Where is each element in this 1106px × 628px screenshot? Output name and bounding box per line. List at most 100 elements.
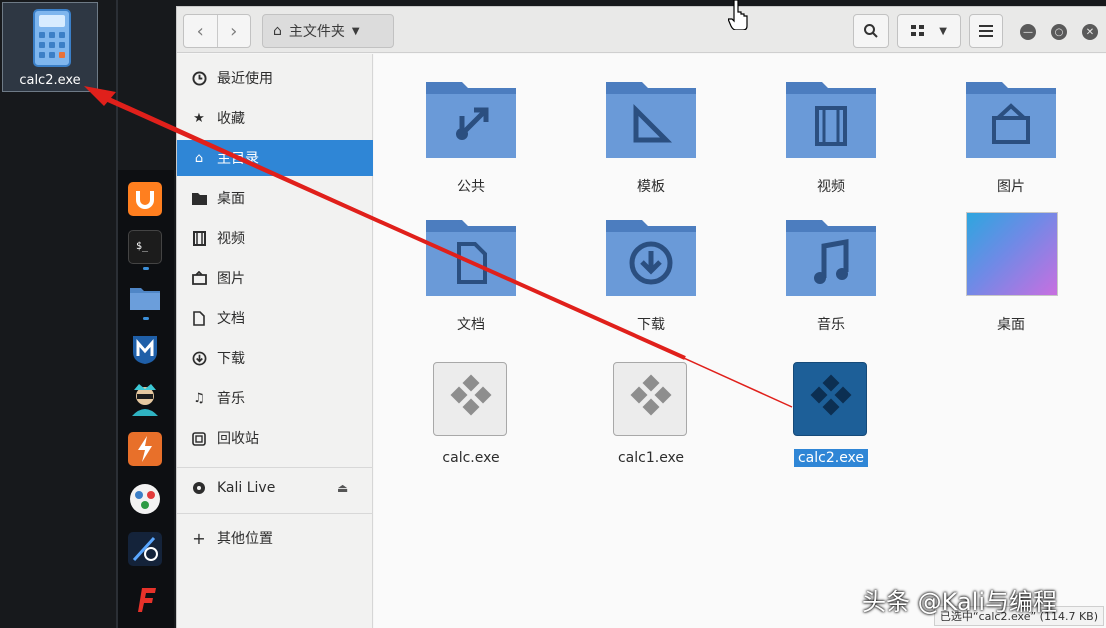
sidebar-item-label: 图片 <box>217 271 245 287</box>
dock-terminal-icon[interactable]: $_ <box>128 230 162 264</box>
sidebar-item-music[interactable]: ♫ 音乐 <box>177 380 373 416</box>
sidebar-item-label: Kali Live <box>217 480 276 496</box>
header-bar: ‹ › ⌂ 主文件夹 ▼ ▼ — ○ ✕ <box>177 7 1106 53</box>
sidebar-item-documents[interactable]: 文档 <box>177 300 373 336</box>
folder-videos[interactable]: 视频 <box>756 54 906 195</box>
music-icon: ♫ <box>193 390 205 406</box>
sidebar-item-label: 其他位置 <box>217 531 273 547</box>
file-manager-window: ‹ › ⌂ 主文件夹 ▼ ▼ — ○ ✕ 最近使用 ★ 收藏 ⌂ 主目录 桌面 … <box>176 6 1106 628</box>
path-bar-home[interactable]: ⌂ 主文件夹 ▼ <box>262 14 394 48</box>
file-calc-exe[interactable]: calc.exe <box>396 350 546 478</box>
film-icon <box>786 82 876 158</box>
camera-icon <box>191 270 207 286</box>
desktop-calc2-icon[interactable]: calc2.exe <box>2 2 98 92</box>
menu-button[interactable] <box>969 14 1003 48</box>
dock-browser-icon[interactable] <box>128 182 162 216</box>
folder-documents[interactable]: 文档 <box>396 192 546 333</box>
chevron-left-icon: ‹ <box>196 20 204 42</box>
sidebar: 最近使用 ★ 收藏 ⌂ 主目录 桌面 视频 图片 文档 下载 ♫ 音乐 回收站 … <box>177 54 373 628</box>
sidebar-divider <box>177 513 373 514</box>
minimize-button[interactable]: — <box>1020 24 1036 40</box>
sidebar-item-downloads[interactable]: 下载 <box>177 340 373 376</box>
caret-down-icon: ▼ <box>939 25 947 37</box>
path-label: 主文件夹 <box>288 24 345 40</box>
sidebar-item-label: 最近使用 <box>217 71 273 87</box>
navigation-buttons: ‹ › <box>183 14 251 48</box>
forward-button[interactable]: › <box>216 15 251 47</box>
sidebar-item-label: 下载 <box>217 351 245 367</box>
eject-icon[interactable]: ⏏ <box>337 481 348 495</box>
folder-templates[interactable]: 模板 <box>576 54 726 195</box>
close-icon: ✕ <box>1085 26 1095 38</box>
folder-downloads[interactable]: 下载 <box>576 192 726 333</box>
sidebar-item-recent[interactable]: 最近使用 <box>177 60 373 96</box>
dock-kali-icon[interactable] <box>128 532 162 566</box>
download-icon <box>606 220 696 296</box>
folder-public[interactable]: 公共 <box>396 54 546 195</box>
search-icon <box>864 24 878 38</box>
dock-metasploit-icon[interactable] <box>128 332 162 366</box>
dock: $_ <box>118 170 174 628</box>
dock-avatar-tool-icon[interactable] <box>128 382 162 416</box>
calculator-icon <box>33 9 71 67</box>
trash-icon <box>191 430 207 446</box>
dock-flash-icon[interactable] <box>128 582 162 616</box>
dock-burpsuite-icon[interactable] <box>128 432 162 466</box>
sidebar-item-desktop[interactable]: 桌面 <box>177 180 373 216</box>
hamburger-icon <box>979 25 993 37</box>
close-button[interactable]: ✕ <box>1082 24 1098 40</box>
file-calc2-exe[interactable]: calc2.exe <box>756 350 906 478</box>
document-icon <box>191 310 207 326</box>
sidebar-item-label: 音乐 <box>217 391 245 407</box>
file-grid: 公共 模板 视频 图片 文档 下载 音乐 桌面 calc.exe calc1.e… <box>374 54 1106 628</box>
clock-icon <box>191 70 207 86</box>
view-options-button[interactable]: ▼ <box>897 14 961 48</box>
back-button[interactable]: ‹ <box>184 15 217 47</box>
folder-label: 下载 <box>637 317 665 333</box>
sidebar-item-label: 视频 <box>217 231 245 247</box>
file-label: 桌面 <box>997 317 1025 333</box>
file-desktop-wallpaper[interactable]: 桌面 <box>936 192 1086 333</box>
disk-icon <box>191 480 207 496</box>
folder-music[interactable]: 音乐 <box>756 192 906 333</box>
file-label: calc2.exe <box>793 449 869 467</box>
sidebar-item-trash[interactable]: 回收站 <box>177 420 373 456</box>
search-button[interactable] <box>853 14 889 48</box>
sidebar-item-videos[interactable]: 视频 <box>177 220 373 256</box>
dock-app-icon[interactable] <box>128 482 162 516</box>
executable-icon <box>433 362 507 436</box>
file-label: calc1.exe <box>617 450 685 466</box>
folder-pictures[interactable]: 图片 <box>936 54 1086 195</box>
file-calc1-exe[interactable]: calc1.exe <box>576 350 726 478</box>
sidebar-item-label: 收藏 <box>217 111 245 127</box>
file-label: calc.exe <box>442 450 500 466</box>
file-label-selected: calc2.exe <box>756 449 906 467</box>
svg-text:$_: $_ <box>136 241 149 252</box>
share-icon <box>426 82 516 158</box>
chevron-right-icon: › <box>230 20 238 42</box>
maximize-button[interactable]: ○ <box>1051 24 1067 40</box>
sidebar-item-pictures[interactable]: 图片 <box>177 260 373 296</box>
star-icon: ★ <box>193 110 205 126</box>
folder-label: 音乐 <box>817 317 845 333</box>
document-icon <box>426 220 516 296</box>
sidebar-item-starred[interactable]: ★ 收藏 <box>177 100 373 136</box>
dock-running-indicator <box>143 267 149 270</box>
executable-icon <box>613 362 687 436</box>
sidebar-divider <box>177 467 373 468</box>
icon-view-icon <box>911 25 925 36</box>
film-icon <box>191 230 207 246</box>
home-icon: ⌂ <box>194 150 204 166</box>
sidebar-item-other-locations[interactable]: + 其他位置 <box>177 520 373 556</box>
dock-files-icon[interactable] <box>128 280 162 314</box>
sidebar-item-kali-live[interactable]: Kali Live ⏏ <box>177 470 373 506</box>
plus-icon: + <box>192 528 206 548</box>
sidebar-item-label: 主目录 <box>217 151 259 167</box>
music-icon <box>786 220 876 296</box>
hand-cursor-icon <box>728 0 748 30</box>
template-icon <box>606 82 696 158</box>
camera-icon <box>966 82 1056 158</box>
home-icon: ⌂ <box>273 23 282 39</box>
sidebar-item-home[interactable]: ⌂ 主目录 <box>177 140 373 176</box>
minimize-icon: — <box>1023 26 1033 38</box>
